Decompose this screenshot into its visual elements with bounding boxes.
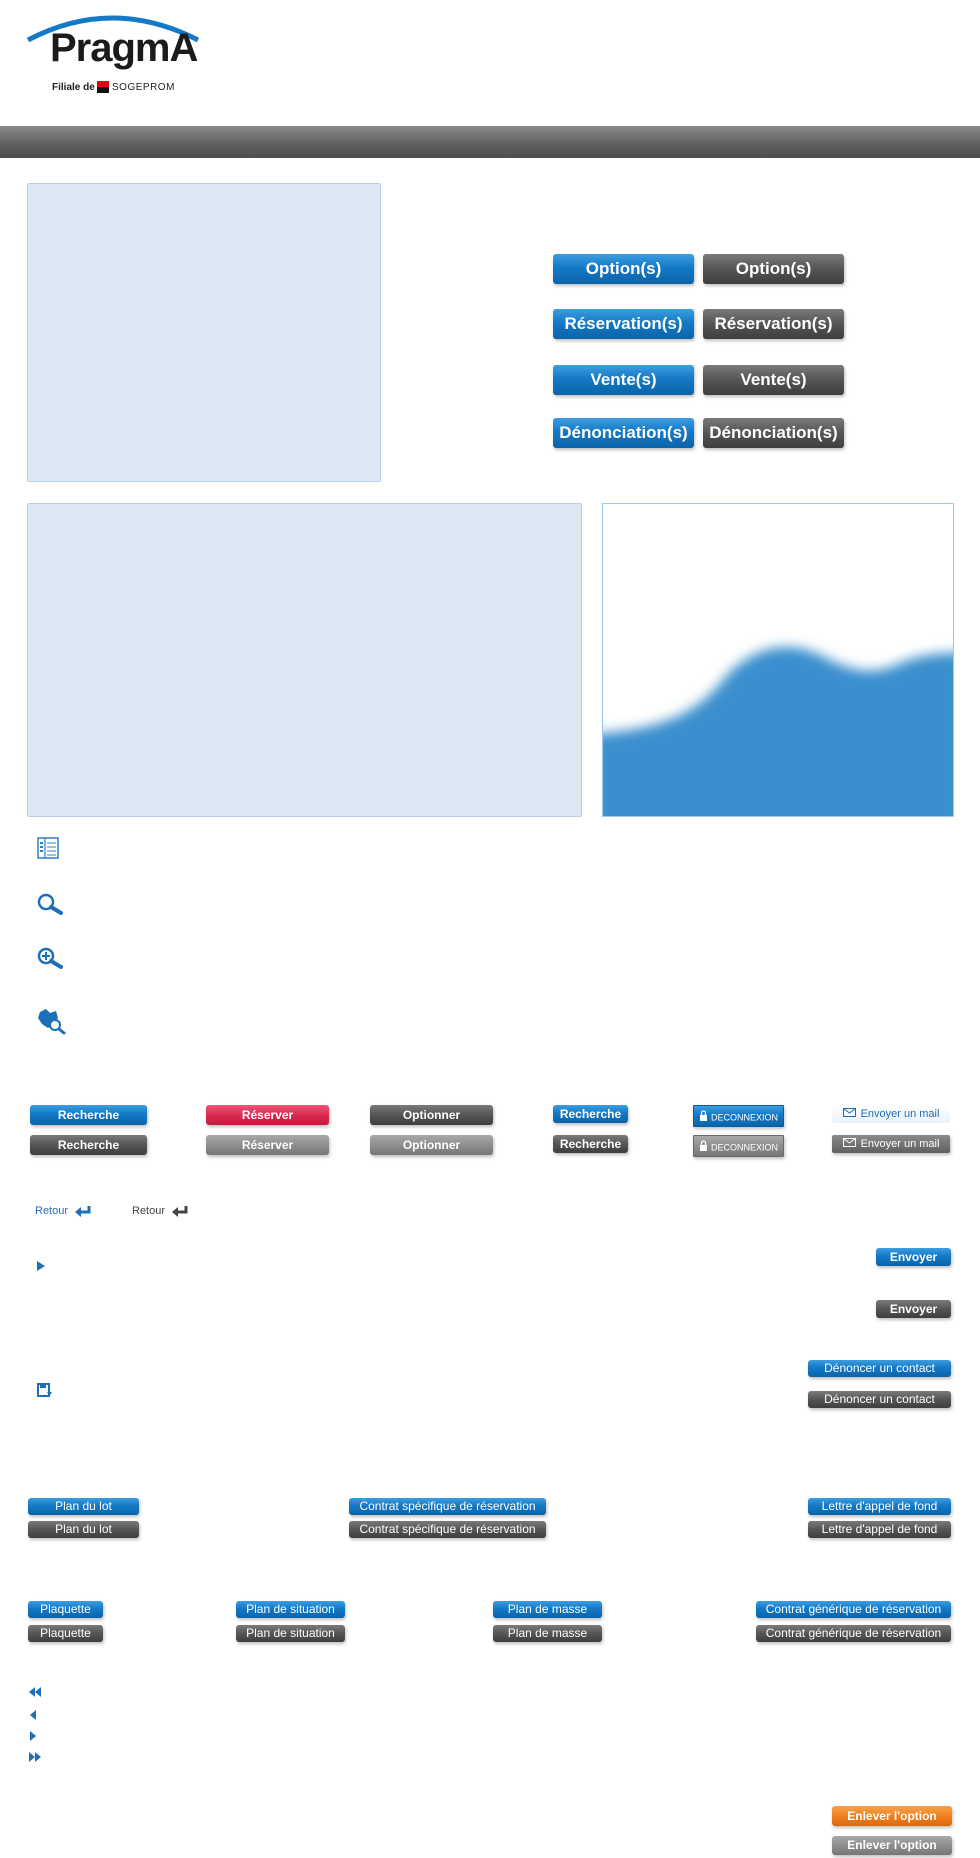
mail-icon bbox=[842, 1135, 856, 1153]
header-bar bbox=[0, 126, 980, 158]
enlever-option-button[interactable]: Enlever l'option bbox=[832, 1806, 952, 1826]
map-search-icon[interactable] bbox=[36, 1006, 66, 1041]
wave-graphic bbox=[603, 647, 953, 816]
middle-left-panel bbox=[27, 503, 582, 817]
ventes-button[interactable]: Vente(s) bbox=[553, 365, 694, 395]
deconnexion-label: DECONNEXION bbox=[710, 1112, 778, 1123]
previous-page-icon[interactable] bbox=[28, 1707, 38, 1725]
envoyer-button[interactable]: Envoyer bbox=[876, 1248, 951, 1266]
deconnexion-button-alt[interactable]: DECONNEXION bbox=[693, 1135, 784, 1157]
reservations-button[interactable]: Réservation(s) bbox=[553, 309, 694, 339]
lock-icon bbox=[699, 1107, 708, 1126]
logo-parent: SOGEPROM bbox=[112, 82, 175, 93]
mail-icon bbox=[842, 1105, 856, 1123]
plan-situation-button[interactable]: Plan de situation bbox=[236, 1601, 345, 1618]
denonciations-button[interactable]: Dénonciation(s) bbox=[553, 418, 694, 448]
optionner-button[interactable]: Optionner bbox=[370, 1105, 493, 1125]
logo-subtitle: Filiale de bbox=[52, 82, 95, 93]
enlever-option-button-alt[interactable]: Enlever l'option bbox=[832, 1836, 952, 1855]
lock-icon bbox=[699, 1137, 708, 1156]
list-icon[interactable] bbox=[36, 836, 60, 865]
return-arrow-icon bbox=[172, 1205, 188, 1217]
wave-panel bbox=[602, 503, 954, 817]
envoyer-mail-label: Envoyer un mail bbox=[860, 1138, 940, 1151]
deconnexion-button[interactable]: DECONNEXION bbox=[693, 1105, 784, 1127]
plan-situation-button-alt[interactable]: Plan de situation bbox=[236, 1625, 345, 1642]
denoncer-contact-button[interactable]: Dénoncer un contact bbox=[808, 1360, 951, 1377]
contrat-generique-button[interactable]: Contrat générique de réservation bbox=[756, 1601, 951, 1618]
plan-masse-button-alt[interactable]: Plan de masse bbox=[493, 1625, 602, 1642]
contrat-specifique-button-alt[interactable]: Contrat spécifique de réservation bbox=[349, 1521, 546, 1538]
play-icon[interactable] bbox=[36, 1259, 46, 1277]
options-button[interactable]: Option(s) bbox=[553, 254, 694, 284]
reserver-button[interactable]: Réserver bbox=[206, 1105, 329, 1125]
first-page-icon[interactable] bbox=[28, 1684, 42, 1702]
contrat-specifique-button[interactable]: Contrat spécifique de réservation bbox=[349, 1498, 546, 1515]
plaquette-button[interactable]: Plaquette bbox=[28, 1601, 103, 1618]
contrat-generique-button-alt[interactable]: Contrat générique de réservation bbox=[756, 1625, 951, 1642]
logo: PragmA Filiale de SOGEPROM bbox=[24, 4, 204, 100]
denoncer-contact-button-alt[interactable]: Dénoncer un contact bbox=[808, 1391, 951, 1408]
retour-link-alt[interactable]: Retour bbox=[132, 1204, 189, 1218]
recherche-small-button-alt[interactable]: Recherche bbox=[553, 1135, 628, 1153]
save-icon[interactable] bbox=[37, 1383, 53, 1404]
last-page-icon[interactable] bbox=[28, 1749, 42, 1767]
top-left-panel bbox=[27, 183, 381, 482]
denonciations-button-alt[interactable]: Dénonciation(s) bbox=[703, 418, 844, 448]
plan-lot-button[interactable]: Plan du lot bbox=[28, 1498, 139, 1515]
next-page-icon[interactable] bbox=[28, 1728, 38, 1746]
retour-label: Retour bbox=[35, 1205, 69, 1217]
plan-masse-button[interactable]: Plan de masse bbox=[493, 1601, 602, 1618]
reservations-button-alt[interactable]: Réservation(s) bbox=[703, 309, 844, 339]
zoom-in-icon[interactable] bbox=[36, 946, 64, 979]
plaquette-button-alt[interactable]: Plaquette bbox=[28, 1625, 103, 1642]
envoyer-mail-label: Envoyer un mail bbox=[860, 1108, 940, 1121]
plan-lot-button-alt[interactable]: Plan du lot bbox=[28, 1521, 139, 1538]
envoyer-button-alt[interactable]: Envoyer bbox=[876, 1300, 951, 1318]
optionner-button-alt[interactable]: Optionner bbox=[370, 1135, 493, 1155]
recherche-button-alt[interactable]: Recherche bbox=[30, 1135, 147, 1155]
deconnexion-label: DECONNEXION bbox=[710, 1142, 778, 1153]
envoyer-mail-button[interactable]: Envoyer un mail bbox=[832, 1105, 950, 1123]
sogeprom-mark bbox=[97, 81, 109, 93]
envoyer-mail-button-alt[interactable]: Envoyer un mail bbox=[832, 1135, 950, 1153]
ventes-button-alt[interactable]: Vente(s) bbox=[703, 365, 844, 395]
recherche-small-button[interactable]: Recherche bbox=[553, 1105, 628, 1123]
logo-wordmark: PragmA bbox=[50, 26, 198, 70]
lettre-appel-button-alt[interactable]: Lettre d'appel de fond bbox=[808, 1521, 951, 1538]
recherche-button[interactable]: Recherche bbox=[30, 1105, 147, 1125]
reserver-button-alt[interactable]: Réserver bbox=[206, 1135, 329, 1155]
search-icon[interactable] bbox=[36, 892, 64, 925]
options-button-alt[interactable]: Option(s) bbox=[703, 254, 844, 284]
lettre-appel-button[interactable]: Lettre d'appel de fond bbox=[808, 1498, 951, 1515]
retour-link[interactable]: Retour bbox=[35, 1204, 92, 1218]
return-arrow-icon bbox=[75, 1205, 91, 1217]
retour-label: Retour bbox=[132, 1205, 166, 1217]
